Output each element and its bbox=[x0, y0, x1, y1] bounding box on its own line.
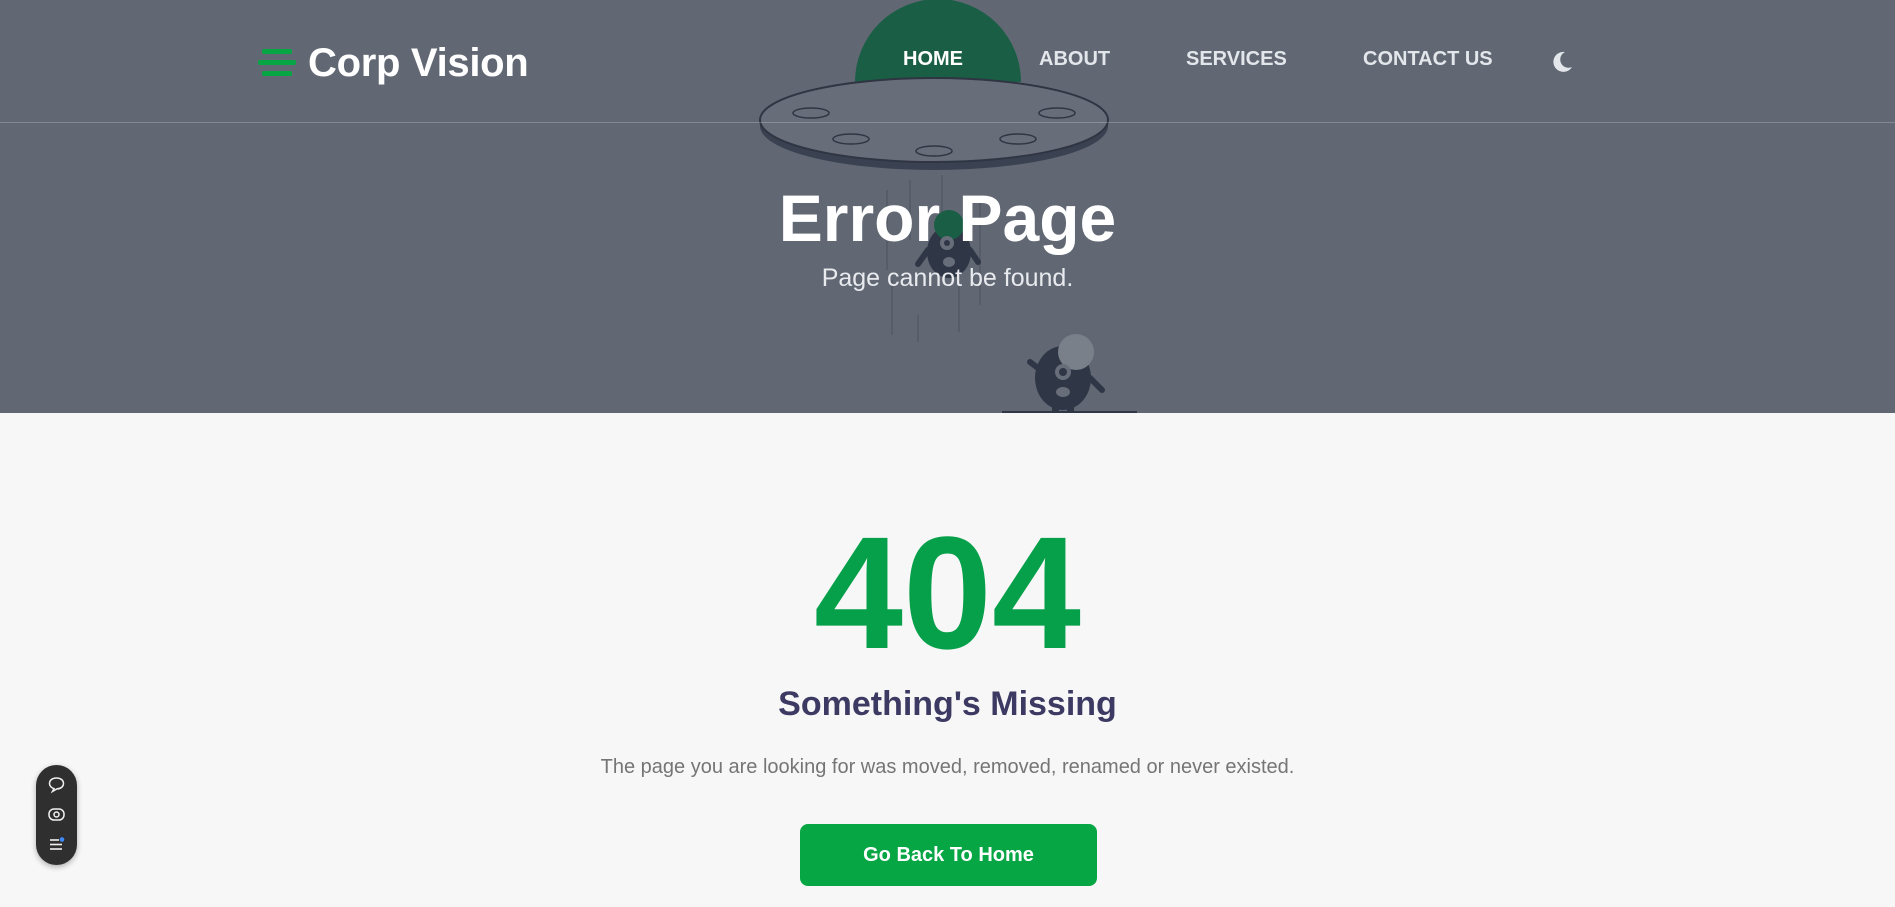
go-back-home-button[interactable]: Go Back To Home bbox=[800, 824, 1097, 886]
page-title: Error Page bbox=[778, 181, 1117, 255]
floating-toolbar bbox=[36, 765, 77, 865]
nav-item-services[interactable]: SERVICES bbox=[1186, 48, 1287, 71]
navbar: Corp Vision HOME ABOUT SERVICES CONTACT … bbox=[0, 0, 1895, 123]
page-subtitle: Page cannot be found. bbox=[821, 264, 1074, 292]
chat-bubble-icon[interactable] bbox=[47, 775, 66, 794]
nav-menu: HOME ABOUT SERVICES CONTACT US bbox=[0, 0, 1895, 123]
nav-item-contact-us[interactable]: CONTACT US bbox=[1363, 48, 1493, 71]
error-message: The page you are looking for was moved, … bbox=[600, 756, 1295, 778]
moon-icon[interactable] bbox=[1548, 48, 1576, 76]
hero-banner: Corp Vision HOME ABOUT SERVICES CONTACT … bbox=[0, 0, 1895, 413]
nav-item-home[interactable]: HOME bbox=[903, 48, 963, 71]
list-settings-icon[interactable] bbox=[47, 835, 66, 854]
eye-icon[interactable] bbox=[47, 805, 66, 824]
error-content: 404 Something's Missing The page you are… bbox=[0, 413, 1895, 907]
nav-item-about[interactable]: ABOUT bbox=[1039, 48, 1110, 71]
error-heading: Something's Missing bbox=[778, 685, 1117, 723]
error-code: 404 bbox=[814, 503, 1081, 682]
